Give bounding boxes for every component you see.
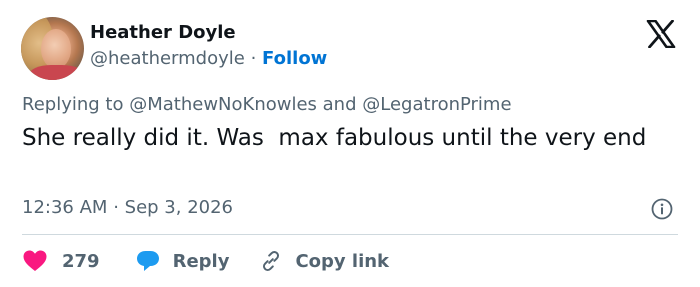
avatar-shirt [29,65,84,80]
replying-conjunction: and [322,94,357,115]
replying-prefix: Replying to [22,94,124,115]
action-bar: 279 Reply Copy link [22,248,389,274]
speech-bubble-icon [136,251,159,271]
x-logo-icon[interactable] [646,20,676,48]
reply-button[interactable]: Reply [135,249,230,273]
copy-link-button[interactable]: Copy link [259,249,389,273]
heart-icon [23,250,47,271]
replying-to: Replying to @MathewNoKnowles and @Legatr… [22,94,512,115]
like-button[interactable]: 279 [22,249,100,273]
follow-button[interactable]: Follow [262,48,327,69]
tweet-timestamp[interactable]: 12:36 AM · Sep 3, 2026 [22,197,233,218]
copy-link-label: Copy link [295,250,390,272]
author-name[interactable]: Heather Doyle [90,22,236,43]
avatar-face [41,29,71,69]
meta-separator: · [113,197,119,218]
info-icon[interactable] [651,198,673,220]
tweet-date[interactable]: Sep 3, 2026 [125,197,233,218]
replying-user-1[interactable]: @MathewNoKnowles [129,94,317,115]
tweet-text: She really did it. Was max fabulous unti… [22,125,647,151]
tweet-time[interactable]: 12:36 AM [22,197,107,218]
author-handle-line: @heathermdoyle · Follow [90,48,327,69]
link-icon [263,250,280,272]
handle-separator: · [250,48,257,69]
like-count: 279 [62,250,100,272]
avatar[interactable] [21,17,84,80]
author-handle[interactable]: @heathermdoyle [90,48,245,69]
divider [22,234,678,235]
replying-user-2[interactable]: @LegatronPrime [362,94,511,115]
reply-label: Reply [172,250,230,272]
